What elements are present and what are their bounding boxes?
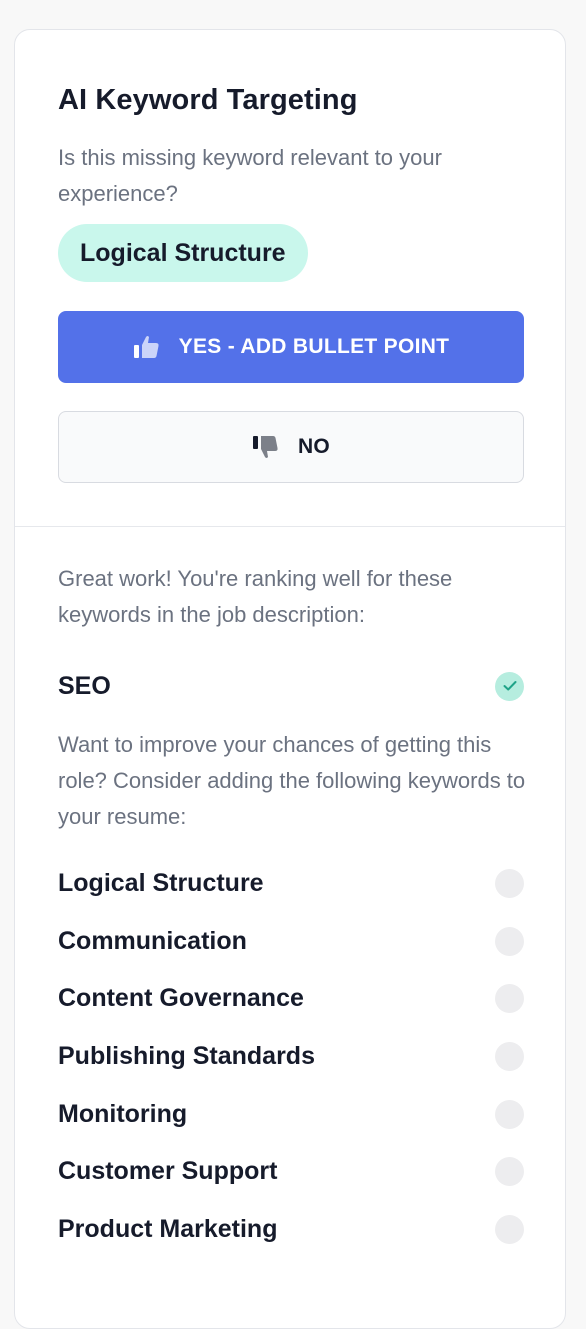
yes-button-label: YES - ADD BULLET POINT <box>178 335 450 358</box>
missing-keyword-row: Content Governance <box>58 970 524 1028</box>
pending-status-indicator <box>495 1157 524 1187</box>
missing-keyword-row: Communication <box>58 913 524 971</box>
keywords-section: Great work! You're ranking well for thes… <box>15 527 565 1258</box>
missing-keyword-row: Product Marketing <box>58 1201 524 1259</box>
thumbs-down-icon <box>252 435 280 459</box>
keyword-label: Content Governance <box>58 984 304 1013</box>
missing-keyword-row: Customer Support <box>58 1143 524 1201</box>
no-button[interactable]: NO <box>58 411 524 483</box>
pending-status-indicator <box>495 1214 524 1244</box>
yes-add-bullet-point-button[interactable]: YES - ADD BULLET POINT <box>58 311 524 383</box>
pending-status-indicator <box>495 1099 524 1129</box>
keyword-label: Publishing Standards <box>58 1042 315 1071</box>
keyword-targeting-card: AI Keyword Targeting Is this missing key… <box>14 29 566 1329</box>
missing-keyword-row: Logical Structure <box>58 855 524 913</box>
keyword-label: Communication <box>58 926 247 955</box>
missing-keyword-list: Logical Structure Communication Content … <box>58 855 524 1259</box>
keyword-label: Customer Support <box>58 1157 278 1186</box>
check-icon <box>495 671 524 701</box>
keyword-question: Is this missing keyword relevant to your… <box>58 145 442 206</box>
ranking-message: Great work! You're ranking well for thes… <box>58 566 453 627</box>
pending-status-indicator <box>495 869 524 899</box>
pending-status-indicator <box>495 984 524 1014</box>
keyword-label: Monitoring <box>58 1099 188 1128</box>
pending-status-indicator <box>495 1042 524 1072</box>
missing-keyword-row: Publishing Standards <box>58 1028 524 1086</box>
keyword-label: SEO <box>58 671 111 700</box>
suggested-keyword-chip: Logical Structure <box>58 224 308 282</box>
thumbs-up-icon <box>133 335 161 359</box>
keyword-label: Logical Structure <box>58 869 264 898</box>
keyword-label: Product Marketing <box>58 1214 278 1243</box>
pending-status-indicator <box>495 926 524 956</box>
ranked-keyword-row: SEO <box>58 656 524 716</box>
no-button-label: NO <box>297 435 331 458</box>
improve-message: Want to improve your chances of getting … <box>58 732 526 829</box>
missing-keyword-row: Monitoring <box>58 1085 524 1143</box>
keyword-prompt-section: AI Keyword Targeting Is this missing key… <box>15 30 565 527</box>
card-title: AI Keyword Targeting <box>58 84 358 116</box>
